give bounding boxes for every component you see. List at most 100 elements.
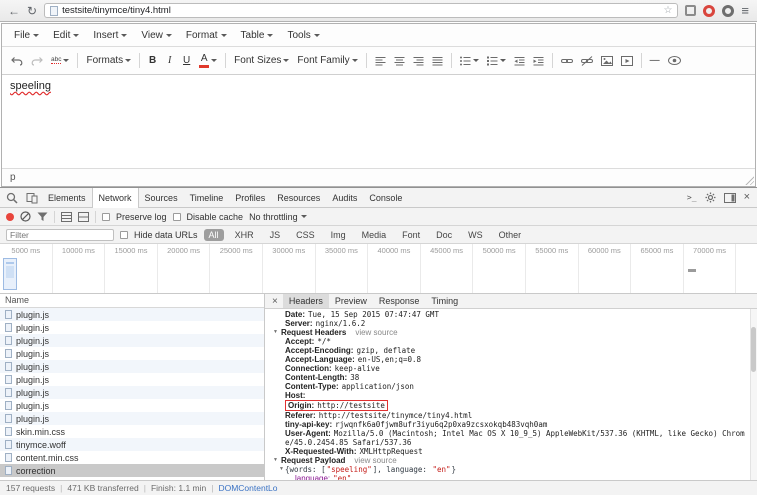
filmstrip-button[interactable] [61,212,72,222]
large-rows-toggle[interactable] [78,212,89,222]
device-mode-button[interactable] [22,188,42,207]
align-justify-button[interactable] [428,51,447,71]
scrollbar[interactable] [750,309,757,480]
font-family-dropdown[interactable]: Font Family [293,51,361,71]
request-row[interactable]: tinymce.woff [0,438,264,451]
menu-file[interactable]: File [7,27,46,44]
disclosure-triangle-icon[interactable]: ▼ [273,456,278,465]
settings-gear-icon[interactable] [705,192,716,203]
bookmark-star-icon[interactable]: ☆ [663,6,672,16]
console-drawer-button[interactable]: >_ [687,193,697,202]
insert-media-button[interactable] [617,51,637,71]
tab-network[interactable]: Network [92,188,139,208]
filter-pill-ws[interactable]: WS [463,229,488,241]
network-overview-timeline[interactable]: 5000 ms 10000 ms 15000 ms 20000 ms 25000… [0,244,757,294]
spellcheck-dropdown-button[interactable]: abc [47,51,73,71]
clear-button[interactable] [20,211,31,222]
tab-sources[interactable]: Sources [139,188,184,207]
filter-pill-img[interactable]: Img [326,229,351,241]
details-tab-response[interactable]: Response [373,294,426,308]
filter-pill-all[interactable]: All [204,229,224,241]
request-row[interactable]: plugin.js [0,373,264,386]
filter-pill-js[interactable]: JS [265,229,286,241]
close-details-button[interactable]: × [267,294,283,308]
underline-button[interactable]: U [178,51,195,71]
request-row[interactable]: plugin.js [0,412,264,425]
numbered-list-button[interactable] [483,51,510,71]
request-row[interactable]: plugin.js [0,347,264,360]
network-filter-input[interactable] [6,229,114,241]
hide-data-urls-checkbox[interactable] [120,231,128,239]
remove-link-button[interactable] [577,51,597,71]
filter-pill-font[interactable]: Font [397,229,425,241]
view-source-link[interactable]: view source [355,328,397,337]
preserve-log-label[interactable]: Preserve log [116,212,167,222]
extension-icon-2[interactable] [722,5,734,17]
dock-side-icon[interactable] [724,193,736,203]
name-column-header[interactable]: Name [0,294,264,308]
request-row[interactable]: plugin.js [0,399,264,412]
browser-menu-button[interactable]: ≡ [741,4,749,17]
view-source-link[interactable]: view source [354,456,396,465]
extension-icon[interactable] [685,5,696,16]
request-row[interactable]: plugin.js [0,386,264,399]
increase-indent-button[interactable] [529,51,548,71]
close-devtools-button[interactable]: × [744,192,750,203]
details-tab-headers[interactable]: Headers [283,294,329,308]
tab-console[interactable]: Console [363,188,408,207]
bullet-list-button[interactable] [456,51,483,71]
disable-cache-label[interactable]: Disable cache [187,212,244,222]
hide-data-urls-label[interactable]: Hide data URLs [134,230,198,240]
undo-button[interactable] [7,51,27,71]
misspelled-word[interactable]: speeling [10,80,51,92]
menu-insert[interactable]: Insert [86,27,134,44]
filter-pill-xhr[interactable]: XHR [230,229,259,241]
throttling-dropdown[interactable]: No throttling [249,212,307,222]
align-right-button[interactable] [409,51,428,71]
insert-image-button[interactable] [597,51,617,71]
font-sizes-dropdown[interactable]: Font Sizes [230,51,293,71]
horizontal-rule-button[interactable]: — [646,51,664,71]
details-tab-timing[interactable]: Timing [425,294,464,308]
waterfall-request-bar[interactable] [688,269,696,272]
preview-button[interactable] [664,51,685,71]
align-center-button[interactable] [390,51,409,71]
back-button[interactable]: ← [8,5,20,17]
inspect-element-button[interactable] [2,188,22,207]
request-row[interactable]: skin.min.css [0,425,264,438]
scrollbar-thumb[interactable] [751,327,756,372]
refresh-button[interactable]: ↻ [27,5,37,17]
request-row[interactable]: content.min.css [0,451,264,464]
tab-timeline[interactable]: Timeline [184,188,230,207]
filmstrip-frame[interactable] [3,258,17,290]
filter-pill-css[interactable]: CSS [291,229,320,241]
resize-grip[interactable] [744,175,754,185]
request-row[interactable]: plugin.js [0,308,264,321]
align-left-button[interactable] [371,51,390,71]
request-row-selected[interactable]: correction [0,464,264,477]
editor-content-area[interactable]: speeling [2,75,755,168]
filter-pill-other[interactable]: Other [494,229,527,241]
record-extension-icon[interactable] [703,5,715,17]
tab-elements[interactable]: Elements [42,188,92,207]
address-bar[interactable]: testsite/tinymce/tiny4.html ☆ [44,3,678,18]
tab-profiles[interactable]: Profiles [229,188,271,207]
request-row[interactable]: plugin.js [0,360,264,373]
italic-button[interactable]: I [161,51,178,71]
text-color-button[interactable]: A [195,51,221,71]
menu-format[interactable]: Format [179,27,234,44]
payload-preview-row[interactable]: ▼ {words: ["speeling"], language: "en"} [271,465,747,474]
menu-edit[interactable]: Edit [46,27,86,44]
element-path[interactable]: p [10,172,16,183]
preserve-log-checkbox[interactable] [102,213,110,221]
bold-button[interactable]: B [144,51,161,71]
request-row[interactable]: plugin.js [0,334,264,347]
details-tab-preview[interactable]: Preview [329,294,373,308]
disable-cache-checkbox[interactable] [173,213,181,221]
record-network-button[interactable] [6,213,14,221]
filter-pill-media[interactable]: Media [357,229,392,241]
redo-button[interactable] [27,51,47,71]
insert-link-button[interactable] [557,51,577,71]
formats-dropdown[interactable]: Formats [82,51,135,71]
filter-pill-doc[interactable]: Doc [431,229,457,241]
